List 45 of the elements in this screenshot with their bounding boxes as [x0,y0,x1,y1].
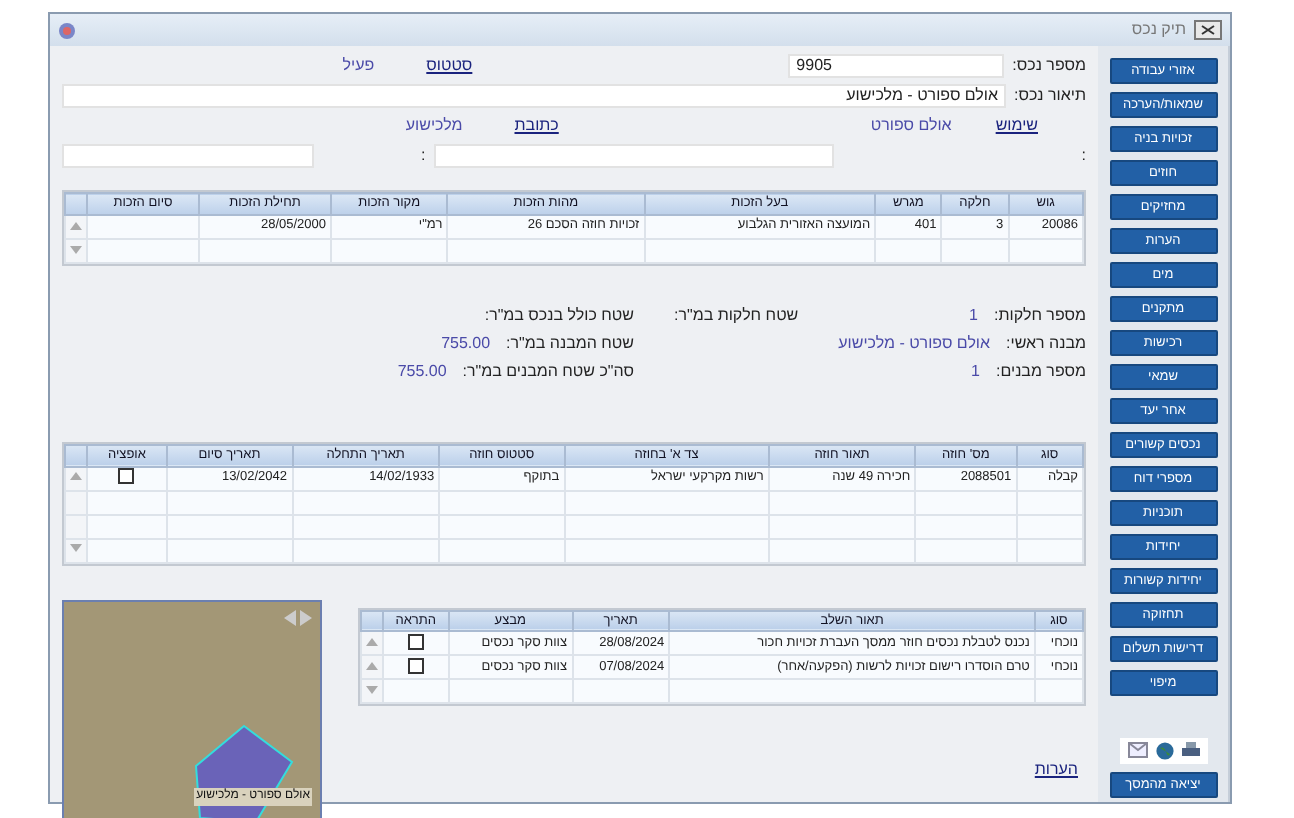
window-title: תיק נכס [1131,18,1186,42]
field-label: תיאור נכס: [1014,84,1086,108]
scroll-up-icon[interactable] [366,662,378,671]
status-value: פעיל [342,54,375,78]
checkbox[interactable] [407,658,424,675]
info-label: שטח המבנה במ"ר: [506,331,634,356]
notes-link[interactable]: הערות [1034,758,1078,783]
scroll-up-icon[interactable] [366,638,378,647]
arrows-icon[interactable] [280,609,316,625]
info-label: מספר חלקות: [993,303,1086,328]
info-label: שטח כולל בנכס במ"ר: [484,303,634,328]
address-link[interactable]: כתובת [514,114,559,138]
field-label: : [1081,144,1086,168]
info-value: 1 [971,359,980,384]
property-number-field[interactable]: 9905 [788,54,1005,78]
close-button[interactable] [1194,20,1222,40]
scroll-down-icon[interactable] [366,686,378,695]
globe-icon[interactable] [1155,742,1173,760]
info-label: מספר מבנים: [996,359,1086,384]
app-icon [58,21,76,39]
info-value: אולם ספורט - מלכישוע [838,331,991,356]
info-value: 755.00 [397,359,447,384]
mail-icon[interactable] [1127,742,1147,758]
status-link[interactable]: סטטוס [426,54,473,78]
scroll-up-icon[interactable] [70,221,82,230]
checkbox[interactable] [118,468,135,485]
description-field[interactable]: אולם ספורט - מלכישוע [62,84,1007,108]
info-value: 1 [969,303,978,328]
info-value: 755.00 [441,331,491,356]
print-icon[interactable] [1181,742,1199,758]
address-value: מלכישוע [405,114,463,138]
field-label: מספר נכס: [1012,54,1086,78]
scroll-down-icon[interactable] [70,544,82,553]
info-label: סה"כ שטח המבנים במ"ר: [462,359,634,384]
usage-value: אולם ספורט [870,114,952,138]
text-field[interactable] [433,144,834,168]
info-label: מבנה ראשי: [1006,331,1086,356]
scroll-down-icon[interactable] [70,245,82,254]
checkbox[interactable] [407,634,424,651]
text-field[interactable] [62,144,314,168]
close-icon [1200,24,1216,36]
field-label: : [421,144,426,168]
info-label: שטח חלקות במ"ר: [673,303,799,328]
usage-link[interactable]: שימוש [995,114,1038,138]
scroll-up-icon[interactable] [70,472,82,481]
